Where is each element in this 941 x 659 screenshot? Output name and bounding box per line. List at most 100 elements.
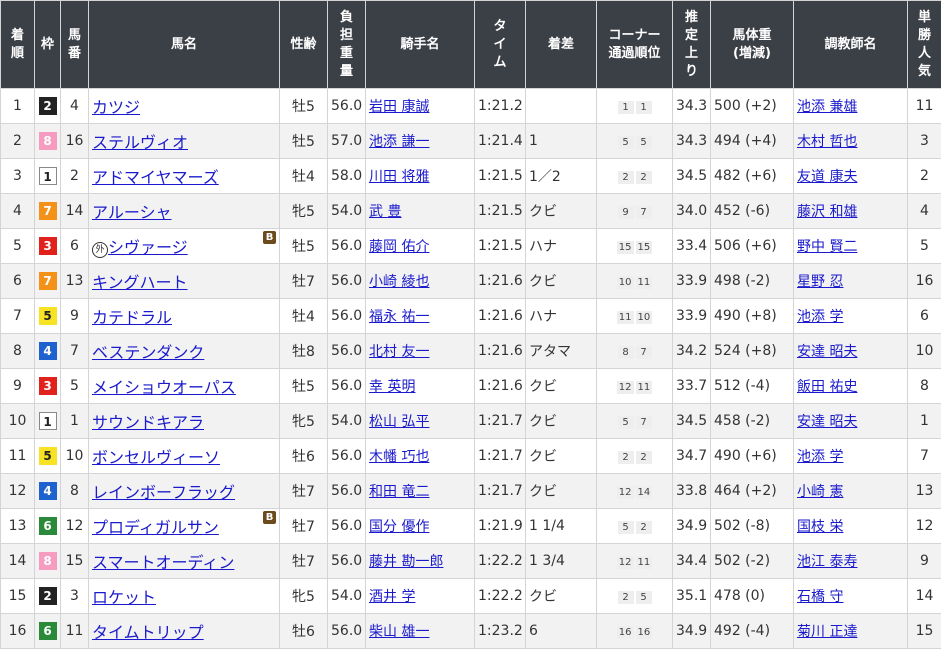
trainer-link[interactable]: 小崎 憲 [797, 484, 843, 500]
horse-name-link[interactable]: シヴァージ [108, 238, 188, 257]
jockey-link[interactable]: 木幡 巧也 [369, 449, 429, 465]
horse-number: 1 [60, 403, 89, 439]
frame-badge: 3 [38, 237, 57, 255]
horse-name-link[interactable]: メイショウオーパス [92, 378, 236, 397]
horse-name-link[interactable]: カテドラル [92, 308, 172, 327]
trainer-link[interactable]: 野中 賢二 [797, 239, 857, 255]
horse-name-link[interactable]: ベステンダンク [92, 343, 204, 362]
trainer-link[interactable]: 安達 昭夫 [797, 414, 857, 430]
corner-position: 5 [617, 416, 634, 429]
sex-age: 牝5 [279, 403, 328, 439]
carried-weight: 54.0 [327, 403, 366, 439]
trainer-link[interactable]: 友道 康夫 [797, 169, 857, 185]
trainer-link[interactable]: 菊川 正達 [797, 624, 857, 640]
horse-name-link[interactable]: カツジ [92, 98, 140, 117]
corner-position: 16 [616, 626, 634, 639]
trainer-link[interactable]: 池添 学 [797, 449, 843, 465]
horse-name-link[interactable]: タイムトリップ [92, 623, 204, 642]
horse-name-link[interactable]: アドマイヤマーズ [92, 168, 219, 187]
column-header-body: 馬体重 (増減) [710, 0, 794, 89]
margin: 1／2 [525, 158, 597, 194]
frame-cell: 4 [34, 333, 61, 369]
trainer-link[interactable]: 星野 忍 [797, 274, 843, 290]
horse-name-link[interactable]: プロディガルサン [92, 518, 219, 537]
corner-position: 5 [617, 521, 634, 534]
horse-name-link[interactable]: サウンドキアラ [92, 413, 204, 432]
sex-age: 牡5 [279, 368, 328, 404]
horse-name-link[interactable]: スマートオーディン [92, 553, 234, 572]
win-popularity: 6 [907, 298, 941, 334]
column-header-horse: 馬名 [88, 0, 280, 89]
trainer-link[interactable]: 池添 兼雄 [797, 99, 857, 115]
jockey-link[interactable]: 岩田 康誠 [369, 99, 429, 115]
margin: 6 [525, 613, 597, 649]
frame-cell: 7 [34, 193, 61, 229]
sex-age: 牡4 [279, 158, 328, 194]
finish-position: 6 [0, 263, 35, 299]
corner-position: 12 [616, 486, 634, 499]
last-3f: 34.7 [672, 438, 711, 474]
finish-time: 1:21.5 [474, 193, 526, 229]
body-weight: 458 (-2) [710, 403, 794, 439]
jockey-cell: 和田 竜二 [365, 473, 475, 509]
body-weight: 502 (-2) [710, 543, 794, 579]
corner-positions: 55 [596, 123, 673, 159]
jockey-link[interactable]: 藤岡 佑介 [369, 239, 429, 255]
jockey-link[interactable]: 松山 弘平 [369, 414, 429, 430]
finish-position: 5 [0, 228, 35, 264]
carried-weight: 56.0 [327, 298, 366, 334]
win-popularity: 10 [907, 333, 941, 369]
horse-name-link[interactable]: レインボーフラッグ [92, 483, 235, 502]
frame-badge: 1 [38, 412, 57, 430]
jockey-link[interactable]: 国分 優作 [369, 519, 429, 535]
jockey-link[interactable]: 小崎 綾也 [369, 274, 429, 290]
win-popularity: 9 [907, 543, 941, 579]
trainer-link[interactable]: 国枝 栄 [797, 519, 843, 535]
jockey-link[interactable]: 武 豊 [369, 204, 401, 220]
jockey-cell: 池添 謙一 [365, 123, 475, 159]
trainer-link[interactable]: 藤沢 和雄 [797, 204, 857, 220]
win-popularity: 14 [907, 578, 941, 614]
frame-cell: 6 [34, 613, 61, 649]
jockey-link[interactable]: 川田 将雅 [369, 169, 429, 185]
jockey-link[interactable]: 和田 竜二 [369, 484, 429, 500]
sex-age: 牡6 [279, 613, 328, 649]
jockey-link[interactable]: 藤井 勘一郎 [369, 554, 443, 570]
frame-cell: 5 [34, 438, 61, 474]
column-header-sex_age-label: 性齢 [290, 36, 317, 52]
frame-badge: 2 [38, 587, 57, 605]
sex-age: 牡5 [279, 123, 328, 159]
horse-name-link[interactable]: ボンセルヴィーソ [92, 448, 220, 467]
horse-name-link[interactable]: アルーシャ [92, 203, 172, 222]
last-3f: 33.7 [672, 368, 711, 404]
trainer-cell: 星野 忍 [793, 263, 908, 299]
jockey-cell: 北村 友一 [365, 333, 475, 369]
jockey-cell: 藤岡 佑介 [365, 228, 475, 264]
jockey-link[interactable]: 池添 謙一 [369, 134, 429, 150]
corner-positions: 12 14 [596, 473, 673, 509]
horse-number: 13 [60, 263, 89, 299]
jockey-link[interactable]: 柴山 雄一 [369, 624, 429, 640]
margin [525, 88, 597, 124]
trainer-link[interactable]: 木村 哲也 [797, 134, 857, 150]
horse-name-link[interactable]: ロケット [92, 588, 156, 607]
jockey-link[interactable]: 酒井 学 [369, 589, 415, 605]
horse-name-link[interactable]: キングハート [92, 273, 188, 292]
column-header-time: タイム [474, 0, 526, 89]
jockey-link[interactable]: 幸 英明 [369, 379, 415, 395]
jockey-link[interactable]: 北村 友一 [369, 344, 429, 360]
finish-time: 1:21.7 [474, 438, 526, 474]
last-3f: 34.9 [672, 613, 711, 649]
corner-position: 14 [635, 486, 653, 499]
trainer-link[interactable]: 池江 泰寿 [797, 554, 857, 570]
trainer-cell: 友道 康夫 [793, 158, 908, 194]
horse-name-link[interactable]: ステルヴィオ [92, 133, 188, 152]
trainer-link[interactable]: 飯田 祐史 [797, 379, 857, 395]
trainer-link[interactable]: 石橋 守 [797, 589, 843, 605]
corner-positions: 12 11 [596, 368, 673, 404]
trainer-link[interactable]: 池添 学 [797, 309, 843, 325]
trainer-link[interactable]: 安達 昭夫 [797, 344, 857, 360]
corner-position: 15 [616, 241, 634, 254]
jockey-link[interactable]: 福永 祐一 [369, 309, 429, 325]
last-3f: 33.8 [672, 473, 711, 509]
